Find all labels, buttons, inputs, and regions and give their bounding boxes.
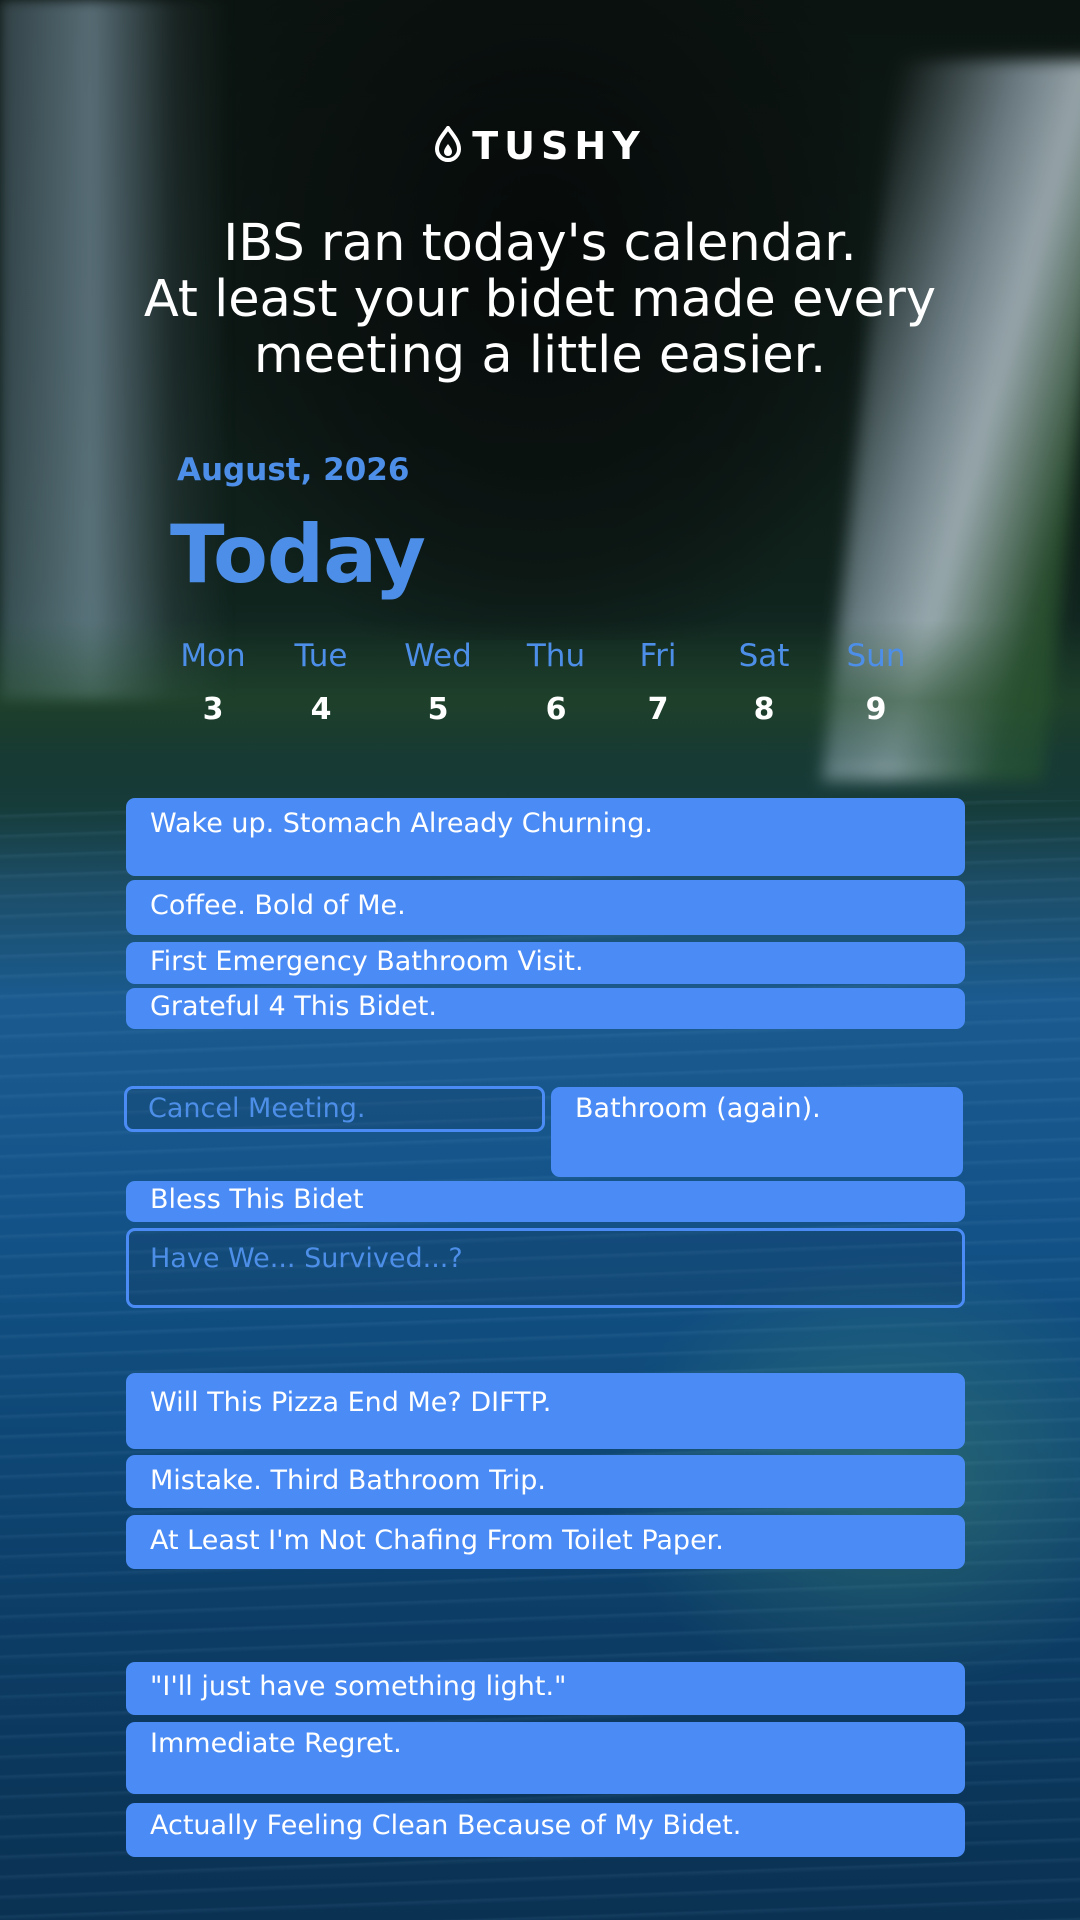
- calendar-event-tentative[interactable]: Have We... Survived...?: [126, 1228, 965, 1308]
- brand-name: TUSHY: [472, 124, 646, 168]
- day-mon[interactable]: Mon 3: [158, 636, 268, 728]
- day-thu[interactable]: Thu 6: [501, 636, 611, 728]
- headline-line-1: IBS ran today's calendar.: [223, 214, 857, 273]
- day-number: 3: [202, 692, 224, 727]
- calendar-event-tentative[interactable]: Cancel Meeting.: [124, 1086, 545, 1132]
- day-number: 7: [647, 692, 669, 727]
- calendar-event[interactable]: At Least I'm Not Chafing From Toilet Pap…: [126, 1515, 965, 1569]
- day-number: 9: [865, 692, 887, 727]
- calendar-event[interactable]: First Emergency Bathroom Visit.: [126, 942, 965, 984]
- calendar-event[interactable]: Wake up. Stomach Already Churning.: [126, 798, 965, 876]
- day-name: Sun: [846, 638, 906, 674]
- month-label: August, 2026: [177, 452, 410, 488]
- headline-line-2: At least your bidet made every: [143, 270, 937, 329]
- day-tue[interactable]: Tue 4: [266, 636, 376, 728]
- day-number: 5: [427, 692, 449, 727]
- day-name: Thu: [526, 638, 586, 674]
- day-number: 6: [545, 692, 567, 727]
- calendar-event[interactable]: Mistake. Third Bathroom Trip.: [126, 1455, 965, 1508]
- calendar-event[interactable]: "I'll just have something light.": [126, 1662, 965, 1715]
- calendar-event[interactable]: Will This Pizza End Me? DIFTP.: [126, 1373, 965, 1449]
- droplet-flame-icon: [434, 124, 462, 166]
- today-title: Today: [170, 508, 426, 601]
- calendar-event[interactable]: Bless This Bidet: [126, 1181, 965, 1222]
- calendar-event[interactable]: Coffee. Bold of Me.: [126, 880, 965, 935]
- day-name: Fri: [639, 638, 677, 674]
- day-sat[interactable]: Sat 8: [709, 636, 819, 728]
- day-name: Sat: [738, 638, 790, 674]
- day-name: Wed: [404, 638, 472, 674]
- headline: IBS ran today's calendar. At least your …: [60, 216, 1020, 384]
- day-name: Tue: [294, 638, 348, 674]
- day-fri[interactable]: Fri 7: [603, 636, 713, 728]
- week-strip: Mon 3 Tue 4 Wed 5 Thu 6 Fri 7 Sat 8 Sun …: [0, 636, 1080, 736]
- calendar-event[interactable]: Grateful 4 This Bidet.: [126, 988, 965, 1029]
- calendar-event[interactable]: Bathroom (again).: [551, 1087, 963, 1177]
- calendar-event[interactable]: Actually Feeling Clean Because of My Bid…: [126, 1803, 965, 1857]
- headline-line-3: meeting a little easier.: [253, 326, 827, 385]
- day-sun[interactable]: Sun 9: [821, 636, 931, 728]
- day-number: 8: [753, 692, 775, 727]
- ad-content: TUSHY IBS ran today's calendar. At least…: [0, 0, 1080, 1920]
- day-number: 4: [310, 692, 332, 727]
- day-wed[interactable]: Wed 5: [383, 636, 493, 728]
- day-name: Mon: [180, 638, 246, 674]
- calendar-event[interactable]: Immediate Regret.: [126, 1722, 965, 1794]
- brand-logo: TUSHY: [0, 124, 1080, 168]
